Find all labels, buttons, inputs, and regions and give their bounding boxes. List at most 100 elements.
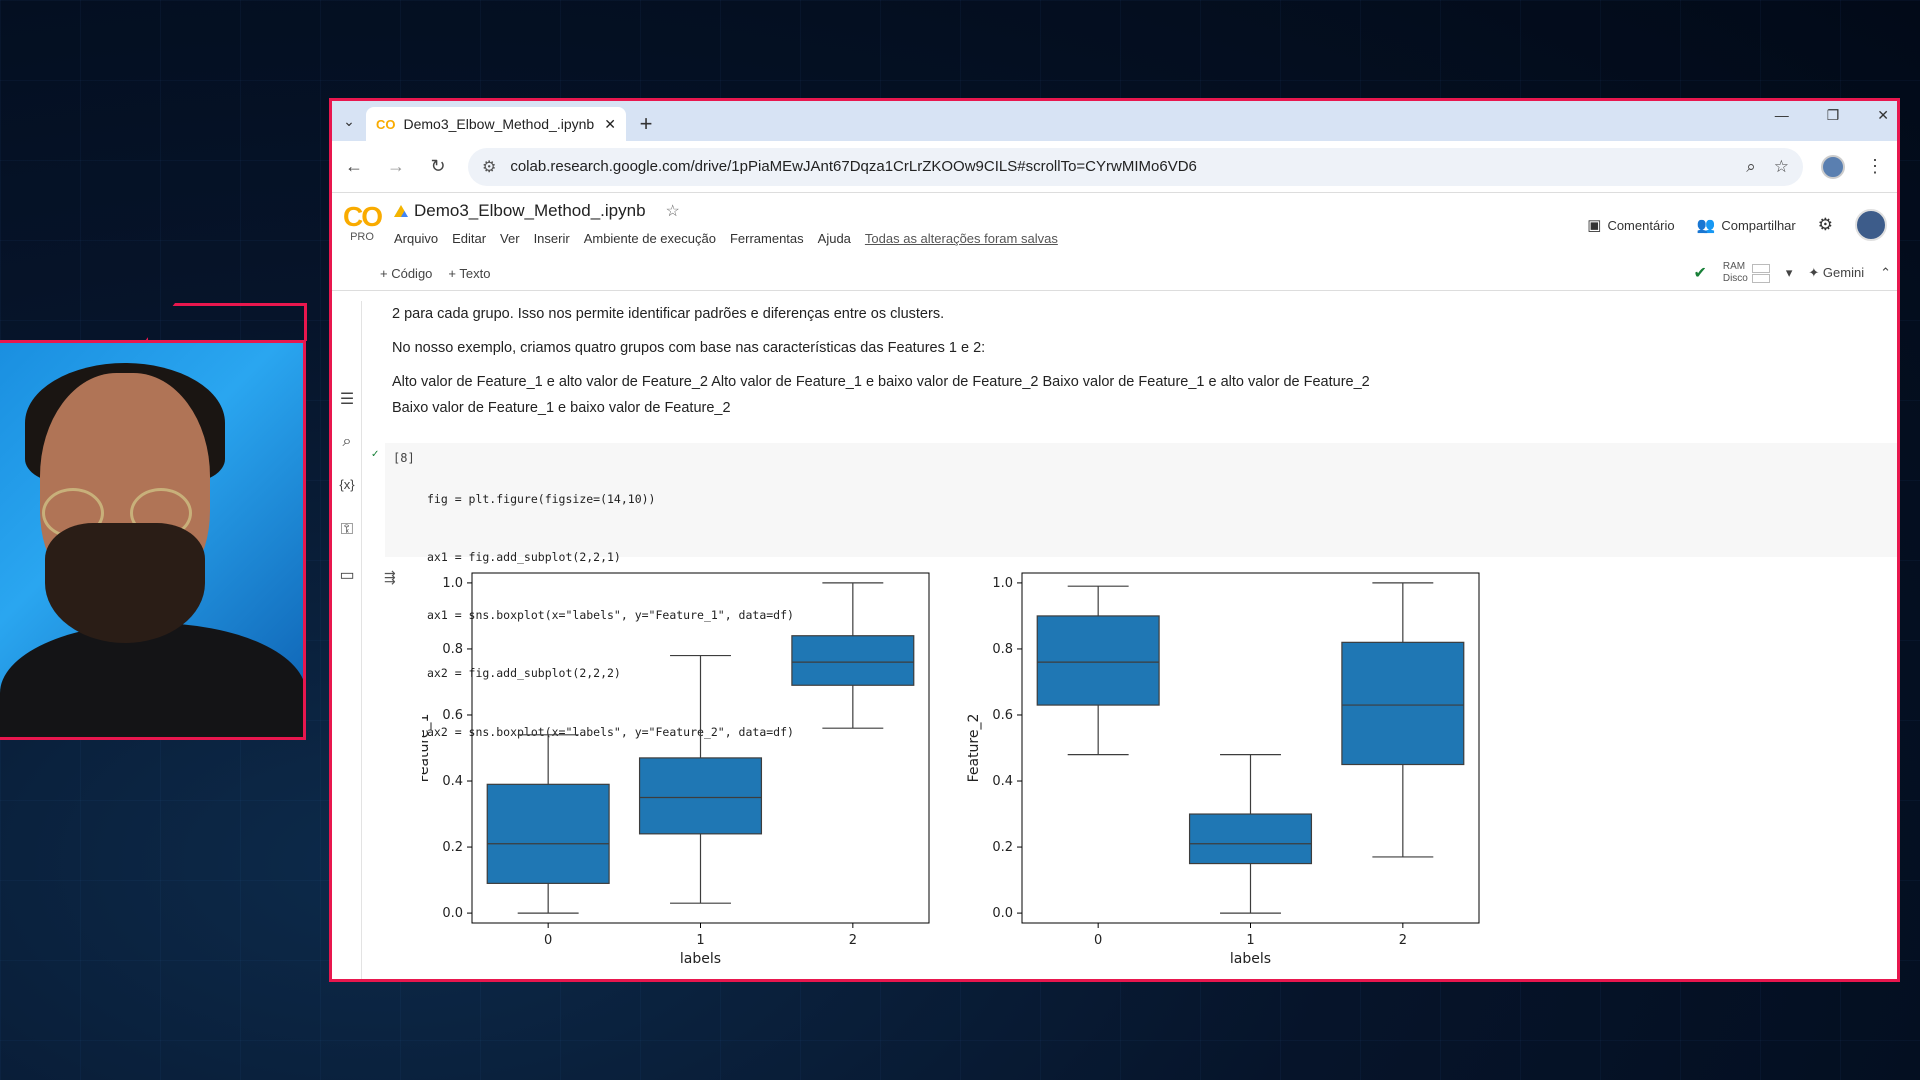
window-controls: — ❐ ✕ xyxy=(1775,107,1889,124)
x-tick-label: 1 xyxy=(696,933,704,948)
x-tick-label: 0 xyxy=(1094,933,1102,948)
browser-profile-avatar[interactable] xyxy=(1821,154,1845,179)
comment-button[interactable]: ▣ Comentário xyxy=(1587,216,1674,234)
text-paragraph: 2 para cada grupo. Isso nos permite iden… xyxy=(392,306,945,322)
toc-icon[interactable]: ☰ xyxy=(337,389,357,409)
forward-icon[interactable]: → xyxy=(384,156,408,177)
menu-ver[interactable]: Ver xyxy=(500,231,520,246)
y-tick-label: 0.8 xyxy=(992,642,1013,657)
notebook-title-row: Demo3_Elbow_Method_.ipynb ☆ xyxy=(394,201,680,221)
x-tick-label: 2 xyxy=(849,933,857,948)
box-iqr xyxy=(1341,641,1465,766)
notebook-title[interactable]: Demo3_Elbow_Method_.ipynb xyxy=(414,201,646,221)
save-status[interactable]: Todas as alterações foram salvas xyxy=(865,231,1058,246)
browser-menu-icon[interactable]: ⋮ xyxy=(1863,156,1887,177)
minimize-icon[interactable]: — xyxy=(1775,107,1789,124)
code-cell[interactable]: ✓ [8] fig = plt.figure(figsize=(14,10)) … xyxy=(371,443,1897,739)
disk-label: Disco xyxy=(1722,273,1748,284)
box-iqr xyxy=(486,783,610,884)
add-code-button[interactable]: + Código xyxy=(380,266,432,281)
secrets-key-icon[interactable]: ⚿ xyxy=(337,521,357,539)
menu-ambiente[interactable]: Ambiente de execução xyxy=(584,231,716,246)
menu-ferramentas[interactable]: Ferramentas xyxy=(730,231,804,246)
y-tick-label: 0.4 xyxy=(442,774,463,789)
colab-logo[interactable]: CO PRO xyxy=(340,201,384,244)
site-info-icon[interactable]: ⚙ xyxy=(482,157,496,177)
y-tick-label: 0.0 xyxy=(992,906,1013,921)
webcam-overlay xyxy=(0,340,306,740)
menu-bar: Arquivo Editar Ver Inserir Ambiente de e… xyxy=(394,231,1058,246)
browser-window: ⌄ CO Demo3_Elbow_Method_.ipynb ✕ + — ❐ ✕… xyxy=(329,98,1900,982)
colab-header: CO PRO Demo3_Elbow_Method_.ipynb ☆ Arqui… xyxy=(332,193,1897,257)
output-actions-icon[interactable]: ⇶ xyxy=(384,569,396,586)
drive-icon[interactable] xyxy=(394,205,408,217)
restore-icon[interactable]: ❐ xyxy=(1827,107,1840,124)
execution-count[interactable]: [8] xyxy=(393,451,415,465)
url-text: colab.research.google.com/drive/1pPiaMEw… xyxy=(510,158,1197,175)
text-paragraph: No nosso exemplo, criamos quatro grupos … xyxy=(392,340,986,356)
gemini-button[interactable]: ✦ Gemini xyxy=(1808,265,1864,281)
tab-notebook[interactable]: CO Demo3_Elbow_Method_.ipynb ✕ xyxy=(366,107,626,141)
search-icon[interactable]: ⌕ xyxy=(337,433,357,451)
runtime-dropdown-icon[interactable]: ▾ xyxy=(1786,265,1793,281)
y-tick-label: 0.6 xyxy=(442,708,463,723)
reload-icon[interactable]: ↻ xyxy=(426,156,450,177)
box-iqr xyxy=(638,757,763,835)
menu-editar[interactable]: Editar xyxy=(452,231,486,246)
box-iqr xyxy=(791,635,915,686)
y-tick-label: 0.2 xyxy=(442,840,463,855)
back-icon[interactable]: ← xyxy=(342,156,366,177)
menu-ajuda[interactable]: Ajuda xyxy=(818,231,851,246)
close-window-icon[interactable]: ✕ xyxy=(1877,107,1889,124)
zoom-icon[interactable]: ⌕ xyxy=(1746,157,1756,177)
presenter-body xyxy=(0,623,303,737)
x-axis-label: labels xyxy=(1230,951,1271,967)
y-tick-label: 0.0 xyxy=(442,906,463,921)
notebook-toolbar: + Código + Texto ✔ RAM Disco ▾ ✦ Gemini … xyxy=(332,257,1897,291)
y-axis-label: Feature_1 xyxy=(422,714,432,783)
collapse-icon[interactable]: ⌃ xyxy=(1880,265,1891,281)
y-tick-label: 1.0 xyxy=(992,576,1013,591)
boxplot-figure: 0.0 0.2 0.4 0.6 0.8 1.0 0 1 2 labels Feature_1 0.0 0… xyxy=(422,572,1480,967)
box-iqr xyxy=(1036,615,1160,706)
variables-icon[interactable]: {x} xyxy=(337,477,357,492)
new-tab-button[interactable]: + xyxy=(626,107,666,141)
comment-label: Comentário xyxy=(1607,218,1675,233)
files-folder-icon[interactable]: ▭ xyxy=(337,565,357,585)
bookmark-star-icon[interactable]: ☆ xyxy=(1774,157,1789,177)
box-iqr xyxy=(1188,813,1313,865)
colab-logo-text: CO xyxy=(343,201,383,232)
menu-inserir[interactable]: Inserir xyxy=(534,231,570,246)
x-tick-label: 1 xyxy=(1246,933,1254,948)
code-line: fig = plt.figure(figsize=(14,10)) xyxy=(427,491,656,506)
add-text-button[interactable]: + Texto xyxy=(448,266,490,281)
ram-label: RAM xyxy=(1722,261,1746,272)
menu-arquivo[interactable]: Arquivo xyxy=(394,231,438,246)
y-axis-label: Feature_2 xyxy=(966,714,982,783)
y-tick-label: 0.6 xyxy=(992,708,1013,723)
y-tick-label: 0.2 xyxy=(992,840,1013,855)
connected-check-icon: ✔ xyxy=(1693,265,1707,282)
address-bar-row: ← → ↻ ⚙ colab.research.google.com/drive/… xyxy=(332,141,1897,193)
resource-indicator[interactable]: RAM Disco xyxy=(1723,261,1770,285)
star-icon[interactable]: ☆ xyxy=(666,201,680,221)
settings-gear-icon[interactable]: ⚙ xyxy=(1818,215,1833,235)
run-status-check-icon: ✓ xyxy=(371,449,380,460)
user-avatar[interactable] xyxy=(1855,209,1887,241)
y-tick-label: 1.0 xyxy=(442,576,463,591)
share-icon: 👥 xyxy=(1696,217,1716,234)
tab-bar: ⌄ CO Demo3_Elbow_Method_.ipynb ✕ + — ❐ ✕ xyxy=(332,101,1897,141)
colab-favicon: CO xyxy=(376,116,396,132)
colab-tier-label: PRO xyxy=(350,231,374,243)
y-tick-label: 0.8 xyxy=(442,642,463,657)
x-tick-label: 2 xyxy=(1399,933,1407,948)
share-button[interactable]: 👥 Compartilhar xyxy=(1697,216,1796,234)
text-cell[interactable]: 2 para cada grupo. Isso nos permite iden… xyxy=(392,301,1392,429)
left-rail: ☰ ⌕ {x} ⚿ ▭ <> ▤ xyxy=(332,301,362,979)
comment-icon: ▣ xyxy=(1587,217,1602,234)
url-field[interactable]: ⚙ colab.research.google.com/drive/1pPiaM… xyxy=(468,147,1803,186)
tab-search-icon[interactable]: ⌄ xyxy=(332,101,366,141)
close-tab-icon[interactable]: ✕ xyxy=(604,116,616,133)
presenter-beard xyxy=(45,523,205,643)
y-tick-label: 0.4 xyxy=(992,774,1013,789)
